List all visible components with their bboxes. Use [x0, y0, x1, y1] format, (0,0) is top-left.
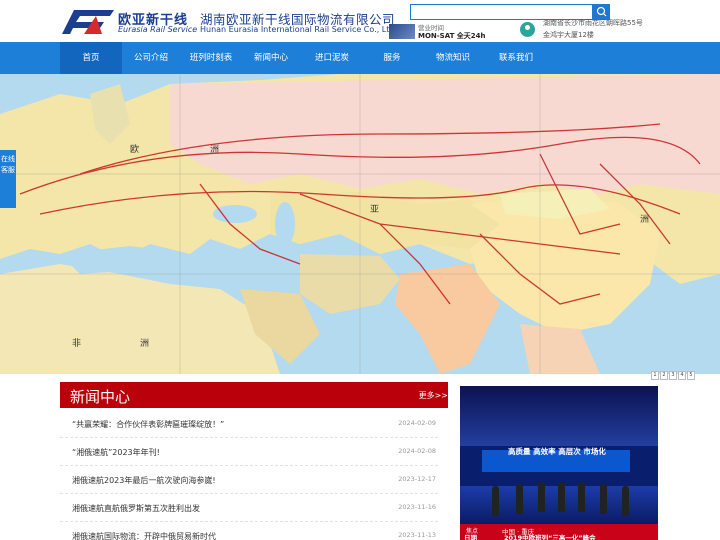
address-line-1: 湖南省长沙市雨花区朝晖路55号 — [543, 19, 643, 27]
map-label-europe: 欧 — [130, 143, 139, 155]
news-item-date: 2023-12-17 — [398, 475, 436, 483]
company-name-en: Hunan Eurasia International Rail Service… — [200, 25, 395, 34]
photo-subtitle: 2019中欧班列“三高一化”峰会 — [504, 534, 596, 540]
slider-dot[interactable]: 5 — [687, 371, 695, 380]
map-label-europe-2: 洲 — [210, 144, 219, 155]
map-label-asia-2: 洲 — [640, 214, 649, 225]
news-item[interactable]: “共赢荣耀：合作伙伴表彰牌匾璀璨绽放！” 2024-02-09 — [60, 410, 438, 438]
online-service-tab[interactable]: 在线客服 — [0, 150, 16, 208]
slider-dot[interactable]: 2 — [660, 371, 668, 380]
address-line-2: 金鸿宇大厦12楼 — [543, 31, 594, 39]
news-item-date: 2024-02-08 — [398, 447, 436, 455]
person-figure — [622, 486, 629, 516]
slider-dot[interactable]: 1 — [651, 371, 659, 380]
news-photo[interactable]: 高质量 高效率 高层次 市场化 焦点 中国 · 重庆 日期 2019中欧班列“三… — [460, 386, 658, 540]
news-item-title[interactable]: 湘俄速航2023年最后一航次驶向海参崴! — [72, 475, 216, 486]
nav-contact[interactable]: 联系我们 — [486, 42, 546, 74]
logo-icon[interactable] — [60, 8, 116, 36]
brand-name-en: Eurasia Rail Service — [118, 25, 198, 34]
banner-slider[interactable]: 欧 洲 亚 洲 非 洲 — [0, 74, 720, 374]
person-figure — [516, 484, 523, 514]
news-more-link[interactable]: 更多>> — [419, 390, 448, 401]
news-header: 新闻中心 更多>> — [60, 382, 448, 408]
site-header: 欧亚新干线 Eurasia Rail Service 湖南欧亚新干线国际物流有限… — [0, 0, 720, 42]
slider-dot[interactable]: 3 — [669, 371, 677, 380]
photo-date-label: 日期 — [464, 534, 477, 540]
train-thumbnail — [389, 24, 415, 39]
news-item-date: 2023-11-13 — [398, 531, 436, 539]
hours-value: MON-SAT 全天24h — [418, 32, 486, 40]
slider-pagination: 12345 — [650, 361, 695, 380]
nav-service[interactable]: 服务 — [364, 42, 420, 74]
news-item[interactable]: 湘俄速航国际物流：开辟中俄贸易新时代 2023-11-13 — [60, 522, 438, 540]
news-item-title[interactable]: “湘俄速航”2023年年刊! — [72, 447, 160, 458]
news-item-title[interactable]: “共赢荣耀：合作伙伴表彰牌匾璀璨绽放！” — [72, 419, 224, 430]
nav-knowledge[interactable]: 物流知识 — [420, 42, 486, 74]
person-figure — [600, 484, 607, 514]
news-item[interactable]: 湘俄速航直航俄罗斯第五次胜利出发 2023-11-16 — [60, 494, 438, 522]
news-item-date: 2023-11-16 — [398, 503, 436, 511]
eurasia-rail-map: 欧 洲 亚 洲 非 洲 — [0, 74, 720, 374]
person-figure — [558, 482, 565, 512]
nav-peat[interactable]: 进口泥炭 — [300, 42, 364, 74]
news-section-title: 新闻中心 — [70, 388, 131, 406]
nav-about[interactable]: 公司介绍 — [122, 42, 180, 74]
map-label-africa: 非 — [72, 337, 81, 349]
person-figure — [492, 486, 499, 516]
photo-background — [460, 386, 658, 446]
main-nav: 首页 公司介绍 班列时刻表 新闻中心 进口泥炭 服务 物流知识 联系我们 — [0, 42, 720, 74]
slider-dot[interactable]: 4 — [678, 371, 686, 380]
nav-home[interactable]: 首页 — [60, 42, 122, 74]
photo-slogan: 高质量 高效率 高层次 市场化 — [508, 447, 606, 456]
news-item-title[interactable]: 湘俄速航直航俄罗斯第五次胜利出发 — [72, 503, 200, 514]
nav-news[interactable]: 新闻中心 — [242, 42, 300, 74]
map-label-africa-2: 洲 — [140, 338, 149, 349]
location-icon — [520, 22, 535, 37]
person-figure — [538, 482, 545, 512]
news-item[interactable]: “湘俄速航”2023年年刊! 2024-02-08 — [60, 438, 438, 466]
map-label-asia: 亚 — [370, 204, 379, 215]
news-item[interactable]: 湘俄速航2023年最后一航次驶向海参崴! 2023-12-17 — [60, 466, 438, 494]
nav-schedule[interactable]: 班列时刻表 — [180, 42, 242, 74]
person-figure — [578, 482, 585, 512]
news-item-title[interactable]: 湘俄速航国际物流：开辟中俄贸易新时代 — [72, 531, 216, 540]
news-item-date: 2024-02-09 — [398, 419, 436, 427]
